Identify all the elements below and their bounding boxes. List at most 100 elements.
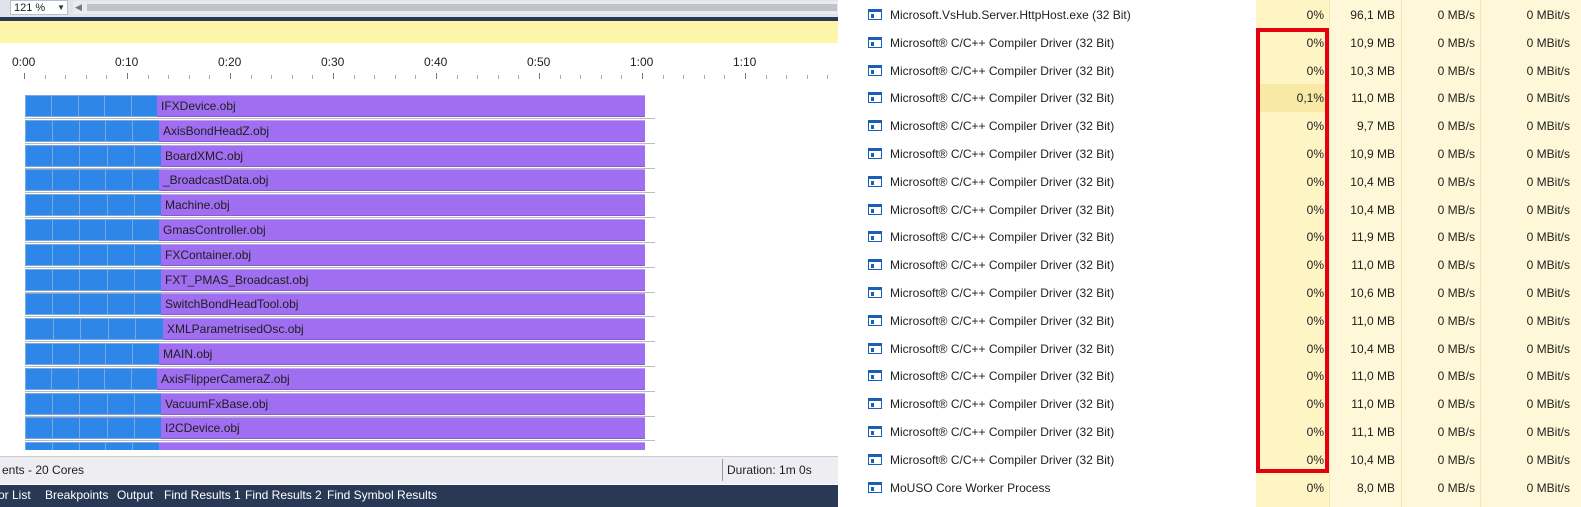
task-segment — [133, 144, 162, 167]
memory-value: 8,0 MB — [1356, 480, 1395, 495]
application-window-icon — [868, 9, 882, 20]
task-segment — [130, 367, 158, 390]
minor-tick-mark — [703, 75, 705, 79]
process-row[interactable]: Microsoft® C/C++ Compiler Driver (32 Bit… — [838, 29, 1581, 57]
timeline-row[interactable]: AxisBondHeadZ.obj — [25, 119, 655, 142]
minor-tick-mark — [188, 75, 190, 79]
application-window-icon — [868, 314, 882, 326]
minor-tick-mark — [168, 75, 170, 79]
time-ruler: 0:00 0:10 0:20 0:30 0:40 0:50 1:00 1:10 — [0, 43, 838, 88]
tab-breakpoints[interactable]: Breakpoints — [45, 488, 108, 502]
compile-bar — [161, 194, 645, 217]
disk-value: 0 MB/s — [1437, 174, 1475, 189]
process-row[interactable]: Microsoft® C/C++ Compiler Driver (32 Bit… — [838, 140, 1581, 168]
task-segment — [78, 343, 107, 365]
tab-find-results-2[interactable]: Find Results 2 — [245, 488, 322, 502]
timeline-row[interactable]: MAIN.obj — [25, 343, 655, 365]
minor-tick-mark — [621, 75, 623, 79]
timeline-row[interactable]: _BroadcastData.obj — [25, 169, 655, 192]
memory-value: 10,3 MB — [1350, 63, 1395, 78]
application-window-icon — [868, 203, 882, 215]
task-segment — [104, 95, 132, 117]
application-window-icon — [868, 120, 882, 132]
tick-label: 0:50 — [527, 55, 551, 69]
task-segment — [105, 343, 134, 365]
process-row[interactable]: Microsoft® C/C++ Compiler Driver (32 Bit… — [838, 57, 1581, 85]
tick-label: 0:40 — [424, 55, 448, 69]
task-segment — [135, 318, 164, 341]
minor-tick-mark — [394, 75, 396, 79]
process-row[interactable]: Microsoft® C/C++ Compiler Driver (32 Bit… — [838, 362, 1581, 390]
horizontal-scrollbar[interactable]: ◀ — [73, 1, 838, 14]
tab-find-symbol-results[interactable]: Find Symbol Results — [327, 488, 437, 502]
timeline-row[interactable]: IFXDevice.obj — [25, 95, 655, 117]
minor-tick-mark — [456, 75, 458, 79]
timeline-row[interactable]: BoardXMC.obj — [25, 144, 655, 167]
process-row[interactable]: Microsoft® C/C++ Compiler Driver (32 Bit… — [838, 251, 1581, 279]
process-row[interactable]: Microsoft® C/C++ Compiler Driver (32 Bit… — [838, 84, 1581, 113]
minor-tick-mark — [724, 75, 726, 79]
task-segment — [52, 243, 81, 266]
timeline-row[interactable]: VacuumFxBase.obj — [25, 392, 655, 415]
timeline-row[interactable]: FXT_PMAS_Broadcast.obj — [25, 268, 655, 291]
tick-mark — [745, 73, 746, 79]
process-row[interactable]: Microsoft.VsHub.Server.HttpHost.exe (32 … — [838, 1, 1581, 29]
timeline-row[interactable]: I2CDevice.obj — [25, 417, 655, 440]
process-row[interactable]: Microsoft® C/C++ Compiler Driver (32 Bit… — [838, 196, 1581, 224]
tab-find-results-1[interactable]: Find Results 1 — [164, 488, 241, 502]
task-segment — [25, 442, 53, 450]
timeline-row[interactable]: AxisFlipperCameraZ.obj — [25, 367, 655, 390]
application-window-icon — [868, 64, 882, 76]
tab-or-list[interactable]: or List — [0, 488, 31, 502]
tab-output[interactable]: Output — [117, 488, 153, 502]
object-file-label: XMLParametrisedOsc.obj — [167, 322, 304, 337]
object-file-label: SwitchBondHeadTool.obj — [165, 297, 299, 312]
process-row[interactable]: Microsoft® C/C++ Compiler Driver (32 Bit… — [838, 279, 1581, 307]
process-row[interactable]: Microsoft® C/C++ Compiler Driver (32 Bit… — [838, 418, 1581, 446]
cpu-value: 0% — [1306, 8, 1324, 22]
disk-value: 0 MB/s — [1437, 425, 1475, 439]
process-row[interactable]: Microsoft® C/C++ Compiler Driver (32 Bit… — [838, 335, 1581, 363]
tick-label: 0:20 — [218, 55, 242, 69]
task-segment — [51, 169, 80, 192]
chevron-down-icon[interactable]: ▼ — [57, 0, 65, 15]
task-segment — [52, 417, 81, 440]
task-segment — [132, 219, 160, 241]
scrollbar-thumb[interactable] — [87, 4, 837, 11]
timeline-row[interactable] — [25, 442, 655, 450]
timeline-row[interactable]: XMLParametrisedOsc.obj — [25, 318, 655, 341]
task-segment — [105, 119, 134, 142]
task-segment — [79, 293, 108, 316]
disk-value: 0 MB/s — [1437, 397, 1475, 412]
task-segment — [25, 367, 53, 390]
object-file-label: GmasController.obj — [163, 223, 266, 237]
object-file-label: FXT_PMAS_Broadcast.obj — [165, 272, 309, 287]
memory-value: 9,7 MB — [1356, 119, 1395, 134]
process-row[interactable]: Microsoft® C/C++ Compiler Driver (32 Bit… — [838, 446, 1581, 474]
zoom-dropdown[interactable]: 121 % ▼ — [10, 0, 68, 15]
process-row[interactable]: MoUSO Core Worker Process 0% 8,0 MB 0 MB/s 0… — [838, 474, 1581, 502]
object-file-label: I2CDevice.obj — [165, 421, 240, 436]
network-value: 0 MBit/s — [1526, 8, 1570, 22]
timeline-row[interactable]: GmasController.obj — [25, 219, 655, 241]
tick-label: 0:30 — [321, 55, 345, 69]
process-row[interactable]: Microsoft® C/C++ Compiler Driver (32 Bit… — [838, 307, 1581, 335]
timeline-row[interactable]: FXContainer.obj — [25, 243, 655, 266]
task-segment — [25, 119, 53, 142]
process-row[interactable]: Microsoft® C/C++ Compiler Driver (32 Bit… — [838, 390, 1581, 418]
timeline-row[interactable]: Machine.obj — [25, 194, 655, 217]
minor-tick-mark — [580, 75, 582, 79]
cores-info: ents - 20 Cores — [2, 463, 85, 477]
task-segment — [133, 392, 162, 415]
task-segment — [25, 268, 54, 291]
task-segment — [78, 169, 107, 192]
process-row[interactable]: Microsoft® C/C++ Compiler Driver (32 Bit… — [838, 223, 1581, 251]
timeline-row[interactable]: SwitchBondHeadTool.obj — [25, 293, 655, 316]
scroll-left-icon[interactable]: ◀ — [75, 1, 82, 14]
task-segment — [130, 95, 158, 117]
network-value: 0 MBit/s — [1526, 63, 1570, 78]
process-row[interactable]: Microsoft® C/C++ Compiler Driver (32 Bit… — [838, 168, 1581, 196]
minor-tick-mark — [209, 75, 211, 79]
task-segment — [25, 343, 53, 365]
process-row[interactable]: Microsoft® C/C++ Compiler Driver (32 Bit… — [838, 112, 1581, 140]
